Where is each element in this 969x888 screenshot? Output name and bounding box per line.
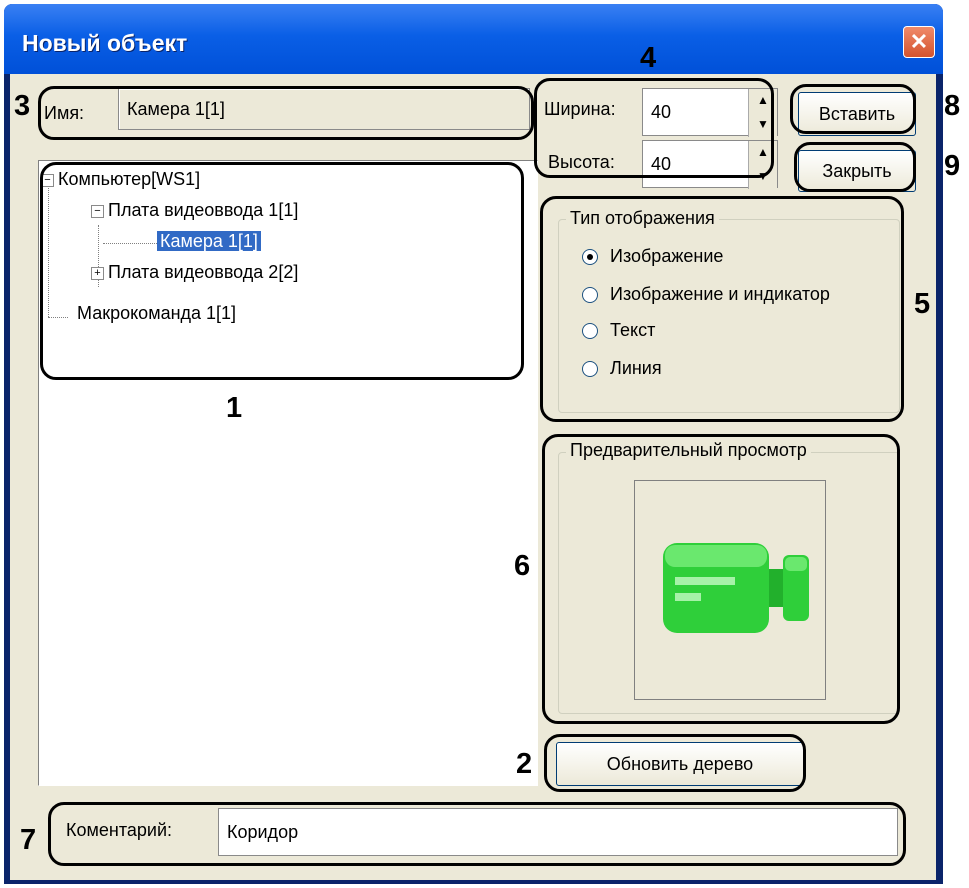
callout-number-8: 8	[944, 90, 961, 122]
callout-number-7: 7	[20, 824, 37, 856]
window-close-button[interactable]: ✕	[903, 26, 935, 58]
callout-frame-5	[540, 196, 904, 422]
callout-frame-6	[542, 434, 900, 724]
window-title: Новый объект	[22, 30, 188, 56]
callout-number-1: 1	[226, 392, 243, 424]
callout-number-4: 4	[640, 42, 657, 74]
callout-frame-4	[534, 78, 774, 178]
callout-frame-3	[38, 86, 534, 140]
callout-number-6: 6	[514, 550, 531, 582]
callout-frame-1	[40, 162, 524, 380]
callout-number-3: 3	[14, 90, 31, 122]
callout-frame-7	[48, 802, 906, 866]
callout-frame-2	[544, 734, 806, 792]
title-bar: Новый объект ✕	[4, 4, 943, 74]
callout-number-2: 2	[516, 748, 533, 780]
callout-frame-8	[790, 84, 916, 134]
callout-number-5: 5	[914, 288, 931, 320]
callout-frame-9	[794, 142, 916, 192]
callout-number-9: 9	[944, 150, 961, 182]
